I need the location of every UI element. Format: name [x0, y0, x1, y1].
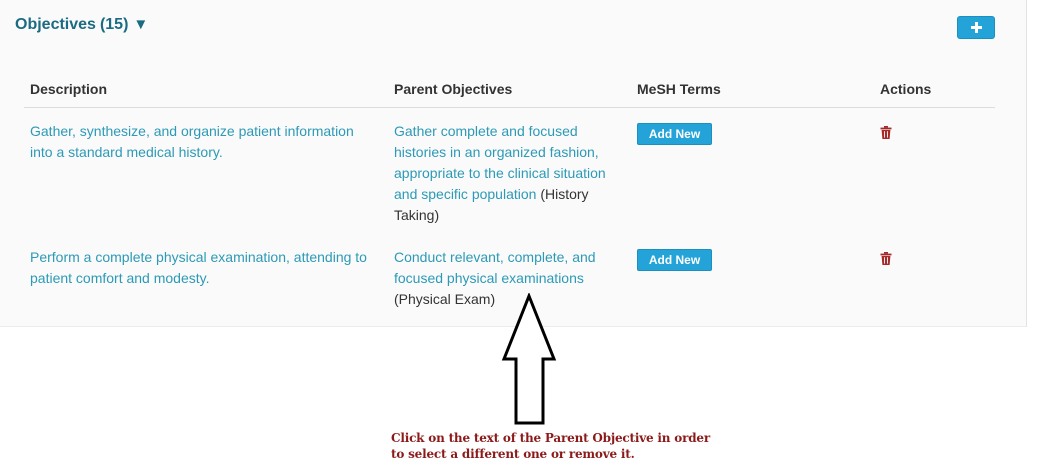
column-header-description: Description [30, 81, 108, 97]
description-line[interactable]: Perform a complete physical examination,… [30, 249, 367, 265]
section-title: Objectives [15, 16, 96, 33]
header-divider [24, 107, 995, 108]
objectives-count: (15) [99, 16, 129, 33]
caret-down-icon: ▼ [133, 16, 149, 33]
parent-objective-category: Taking) [394, 207, 440, 223]
parent-objective-link-line[interactable]: Gather complete and focused [394, 123, 578, 139]
column-header-parent-objectives: Parent Objectives [394, 81, 513, 97]
objectives-panel: Objectives (15) ▼ Description Parent Objec… [0, 0, 1027, 327]
parent-objective-category: (Physical Exam) [394, 291, 496, 307]
objective-description-2[interactable]: Perform a complete physical examination,… [30, 247, 390, 289]
add-mesh-term-button[interactable]: Add New [637, 123, 712, 145]
description-line[interactable]: patient comfort and modesty. [30, 270, 210, 286]
description-line[interactable]: into a standard medical history. [30, 144, 223, 160]
description-line[interactable]: Gather, synthesize, and organize patient… [30, 123, 354, 139]
parent-objective-category: (History [540, 186, 589, 202]
column-header-actions: Actions [880, 81, 932, 97]
up-arrow-icon [501, 293, 557, 425]
plus-icon [970, 22, 982, 33]
objectives-toggle[interactable]: Objectives (15) ▼ [15, 16, 148, 34]
annotation-note: Click on the text of the Parent Objectiv… [391, 430, 751, 462]
parent-objective-1[interactable]: Gather complete and focused histories in… [394, 121, 630, 226]
trash-icon[interactable] [880, 252, 892, 265]
add-objective-button[interactable] [957, 16, 995, 39]
parent-objective-link-line[interactable]: appropriate to the clinical situation [394, 165, 606, 181]
parent-objective-link-line[interactable]: Conduct relevant, complete, and [394, 249, 596, 265]
add-mesh-term-button[interactable]: Add New [637, 249, 712, 271]
column-header-mesh-terms: MeSH Terms [637, 81, 721, 97]
annotation-line: Click on the text of the Parent Objectiv… [391, 431, 710, 445]
objective-description-1[interactable]: Gather, synthesize, and organize patient… [30, 121, 380, 163]
parent-objective-link-line[interactable]: histories in an organized fashion, [394, 144, 599, 160]
annotation-line: to select a different one or remove it. [391, 447, 635, 461]
parent-objective-link-line[interactable]: focused physical examinations [394, 270, 584, 286]
trash-icon[interactable] [880, 126, 892, 139]
parent-objective-link-line[interactable]: and specific population [394, 186, 536, 202]
